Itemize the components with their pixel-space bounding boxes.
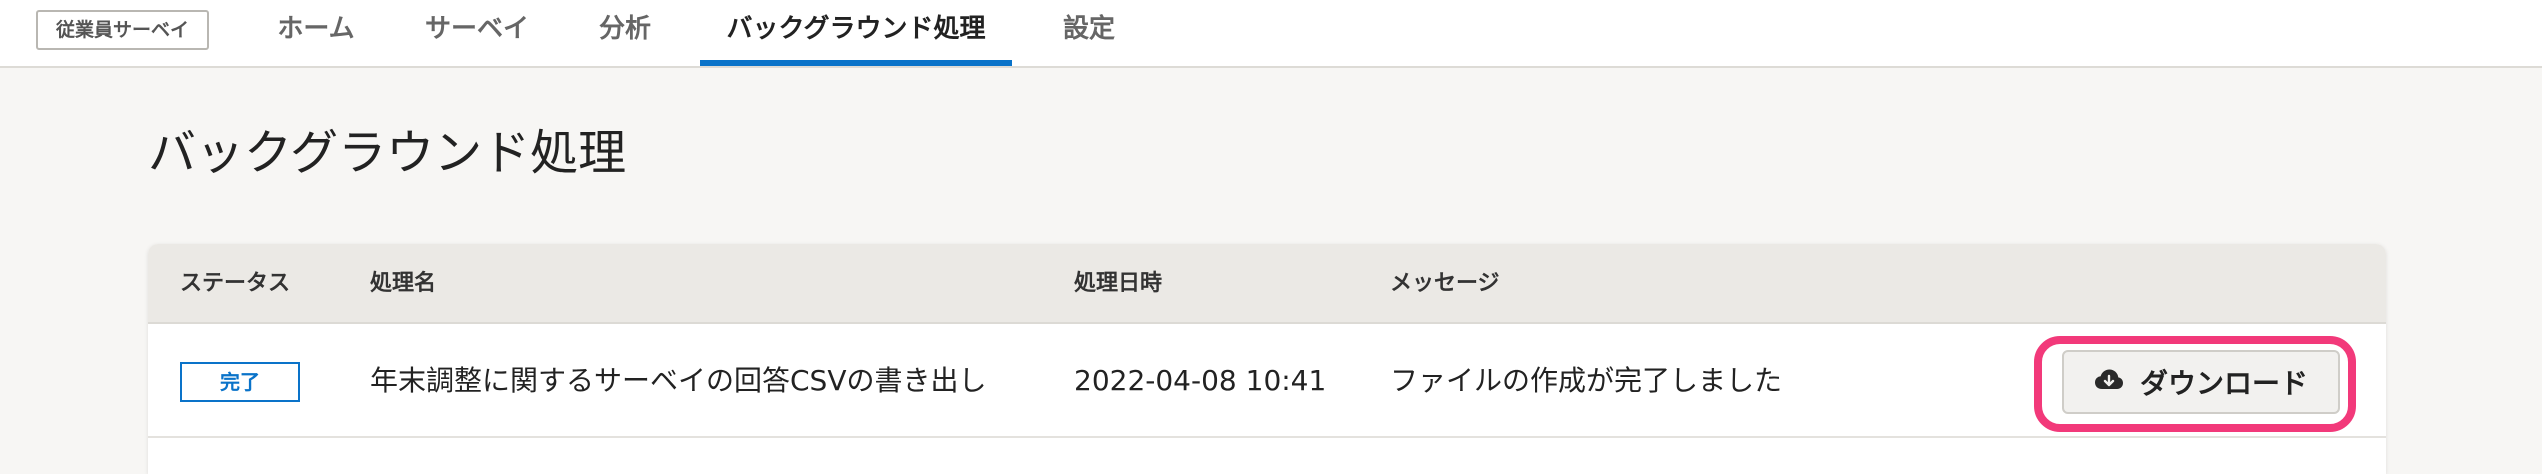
top-navbar: 従業員サーベイ ホーム サーベイ 分析 バックグラウンド処理 設定 xyxy=(0,0,2542,68)
tab-settings[interactable]: 設定 xyxy=(1058,0,1120,66)
job-datetime: 2022-04-08 10:41 xyxy=(1074,364,1327,397)
jobs-table: ステータス 処理名 処理日時 メッセージ 完了 年末調整に関するサーベイの回答C… xyxy=(148,244,2386,474)
tab-survey[interactable]: サーベイ xyxy=(418,0,536,66)
status-badge: 完了 xyxy=(180,362,300,402)
tab-analysis[interactable]: 分析 xyxy=(594,0,656,66)
download-button-label: ダウンロード xyxy=(2139,367,2308,400)
tab-background-jobs[interactable]: バックグラウンド処理 xyxy=(700,0,1012,66)
column-header-name: 処理名 xyxy=(370,271,437,296)
app-brand[interactable]: 従業員サーベイ xyxy=(36,10,210,50)
download-button[interactable]: ダウンロード xyxy=(2062,350,2340,414)
column-header-message: メッセージ xyxy=(1390,271,1500,296)
column-header-datetime: 処理日時 xyxy=(1074,271,1163,296)
job-message: ファイルの作成が完了しました xyxy=(1390,364,1783,397)
table-row: 完了 年末調整に関するサーベイの回答CSVの書き出し 2022-04-08 10… xyxy=(148,324,2386,438)
tab-home[interactable]: ホーム xyxy=(272,0,360,66)
job-name: 年末調整に関するサーベイの回答CSVの書き出し xyxy=(370,364,987,397)
table-header: ステータス 処理名 処理日時 メッセージ xyxy=(148,244,2386,324)
cloud-download-icon xyxy=(2094,366,2124,399)
column-header-status: ステータス xyxy=(180,271,291,296)
page-title: バックグラウンド処理 xyxy=(148,125,627,181)
